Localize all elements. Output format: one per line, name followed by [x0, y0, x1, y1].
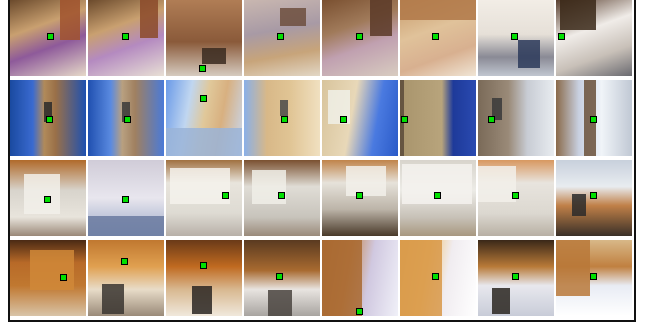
- green-point-marker: [122, 196, 129, 203]
- green-point-marker: [124, 116, 131, 123]
- green-point-marker: [432, 273, 439, 280]
- image-tile-r2-c2: [88, 80, 164, 156]
- green-point-marker: [512, 273, 519, 280]
- green-point-marker: [199, 65, 206, 72]
- green-point-marker: [558, 33, 565, 40]
- image-tile-r4-c5: [322, 240, 398, 316]
- scene-object: [280, 100, 288, 116]
- scene-object: [478, 166, 516, 202]
- scene-object: [192, 286, 212, 314]
- image-tile-r1-c2: [88, 0, 164, 76]
- green-point-marker: [277, 33, 284, 40]
- image-tile-r4-c6: [400, 240, 476, 316]
- scene-object: [140, 0, 158, 38]
- scene-object: [280, 8, 306, 26]
- image-tile-r1-c4: [244, 0, 320, 76]
- scene-object: [556, 240, 590, 296]
- scene-object: [322, 240, 362, 316]
- green-point-marker: [60, 274, 67, 281]
- image-tile-r1-c1: [10, 0, 86, 76]
- image-tile-r4-c3: [166, 240, 242, 316]
- green-point-marker: [356, 192, 363, 199]
- image-tile-r2-c4: [244, 80, 320, 156]
- green-point-marker: [590, 273, 597, 280]
- image-grid: [10, 0, 632, 316]
- image-tile-r2-c7: [478, 80, 554, 156]
- scene-object: [560, 0, 596, 30]
- image-tile-r2-c1: [10, 80, 86, 156]
- image-tile-r2-c8: [556, 80, 632, 156]
- green-point-marker: [200, 262, 207, 269]
- scene-object: [166, 128, 242, 156]
- image-tile-r3-c4: [244, 160, 320, 236]
- green-point-marker: [276, 273, 283, 280]
- green-point-marker: [401, 116, 408, 123]
- green-point-marker: [488, 116, 495, 123]
- scene-object: [346, 166, 386, 196]
- image-tile-r3-c5: [322, 160, 398, 236]
- scene-object: [400, 0, 476, 20]
- green-point-marker: [278, 192, 285, 199]
- scene-object: [60, 0, 80, 40]
- green-point-marker: [44, 196, 51, 203]
- scene-object: [30, 250, 74, 290]
- scene-object: [88, 216, 164, 236]
- image-tile-r3-c6: [400, 160, 476, 236]
- image-tile-r4-c2: [88, 240, 164, 316]
- image-tile-r3-c7: [478, 160, 554, 236]
- green-point-marker: [122, 33, 129, 40]
- image-tile-r1-c6: [400, 0, 476, 76]
- image-tile-r4-c4: [244, 240, 320, 316]
- image-tile-r1-c5: [322, 0, 398, 76]
- scene-object: [268, 290, 292, 316]
- green-point-marker: [590, 116, 597, 123]
- green-point-marker: [200, 95, 207, 102]
- scene-object: [518, 40, 540, 68]
- scene-object: [572, 194, 586, 216]
- image-tile-r2-c3: [166, 80, 242, 156]
- green-point-marker: [121, 258, 128, 265]
- green-point-marker: [356, 308, 363, 315]
- image-tile-r3-c8: [556, 160, 632, 236]
- image-tile-r2-c6: [400, 80, 476, 156]
- scene-object: [24, 174, 60, 214]
- image-tile-r4-c7: [478, 240, 554, 316]
- image-tile-r3-c2: [88, 160, 164, 236]
- green-point-marker: [46, 116, 53, 123]
- green-point-marker: [356, 33, 363, 40]
- scene-object: [170, 168, 230, 204]
- green-point-marker: [512, 192, 519, 199]
- green-point-marker: [434, 192, 441, 199]
- image-tile-r3-c3: [166, 160, 242, 236]
- green-point-marker: [590, 192, 597, 199]
- scene-object: [492, 288, 510, 314]
- green-point-marker: [47, 33, 54, 40]
- image-tile-r1-c7: [478, 0, 554, 76]
- green-point-marker: [222, 192, 229, 199]
- scene-object: [102, 284, 124, 314]
- scene-object: [202, 48, 226, 64]
- image-tile-r1-c3: [166, 0, 242, 76]
- image-tile-r4-c8: [556, 240, 632, 316]
- image-tile-r3-c1: [10, 160, 86, 236]
- image-tile-r4-c1: [10, 240, 86, 316]
- image-tile-r2-c5: [322, 80, 398, 156]
- green-point-marker: [340, 116, 347, 123]
- scene-object: [370, 0, 392, 36]
- green-point-marker: [432, 33, 439, 40]
- green-point-marker: [281, 116, 288, 123]
- green-point-marker: [511, 33, 518, 40]
- image-tile-r1-c8: [556, 0, 632, 76]
